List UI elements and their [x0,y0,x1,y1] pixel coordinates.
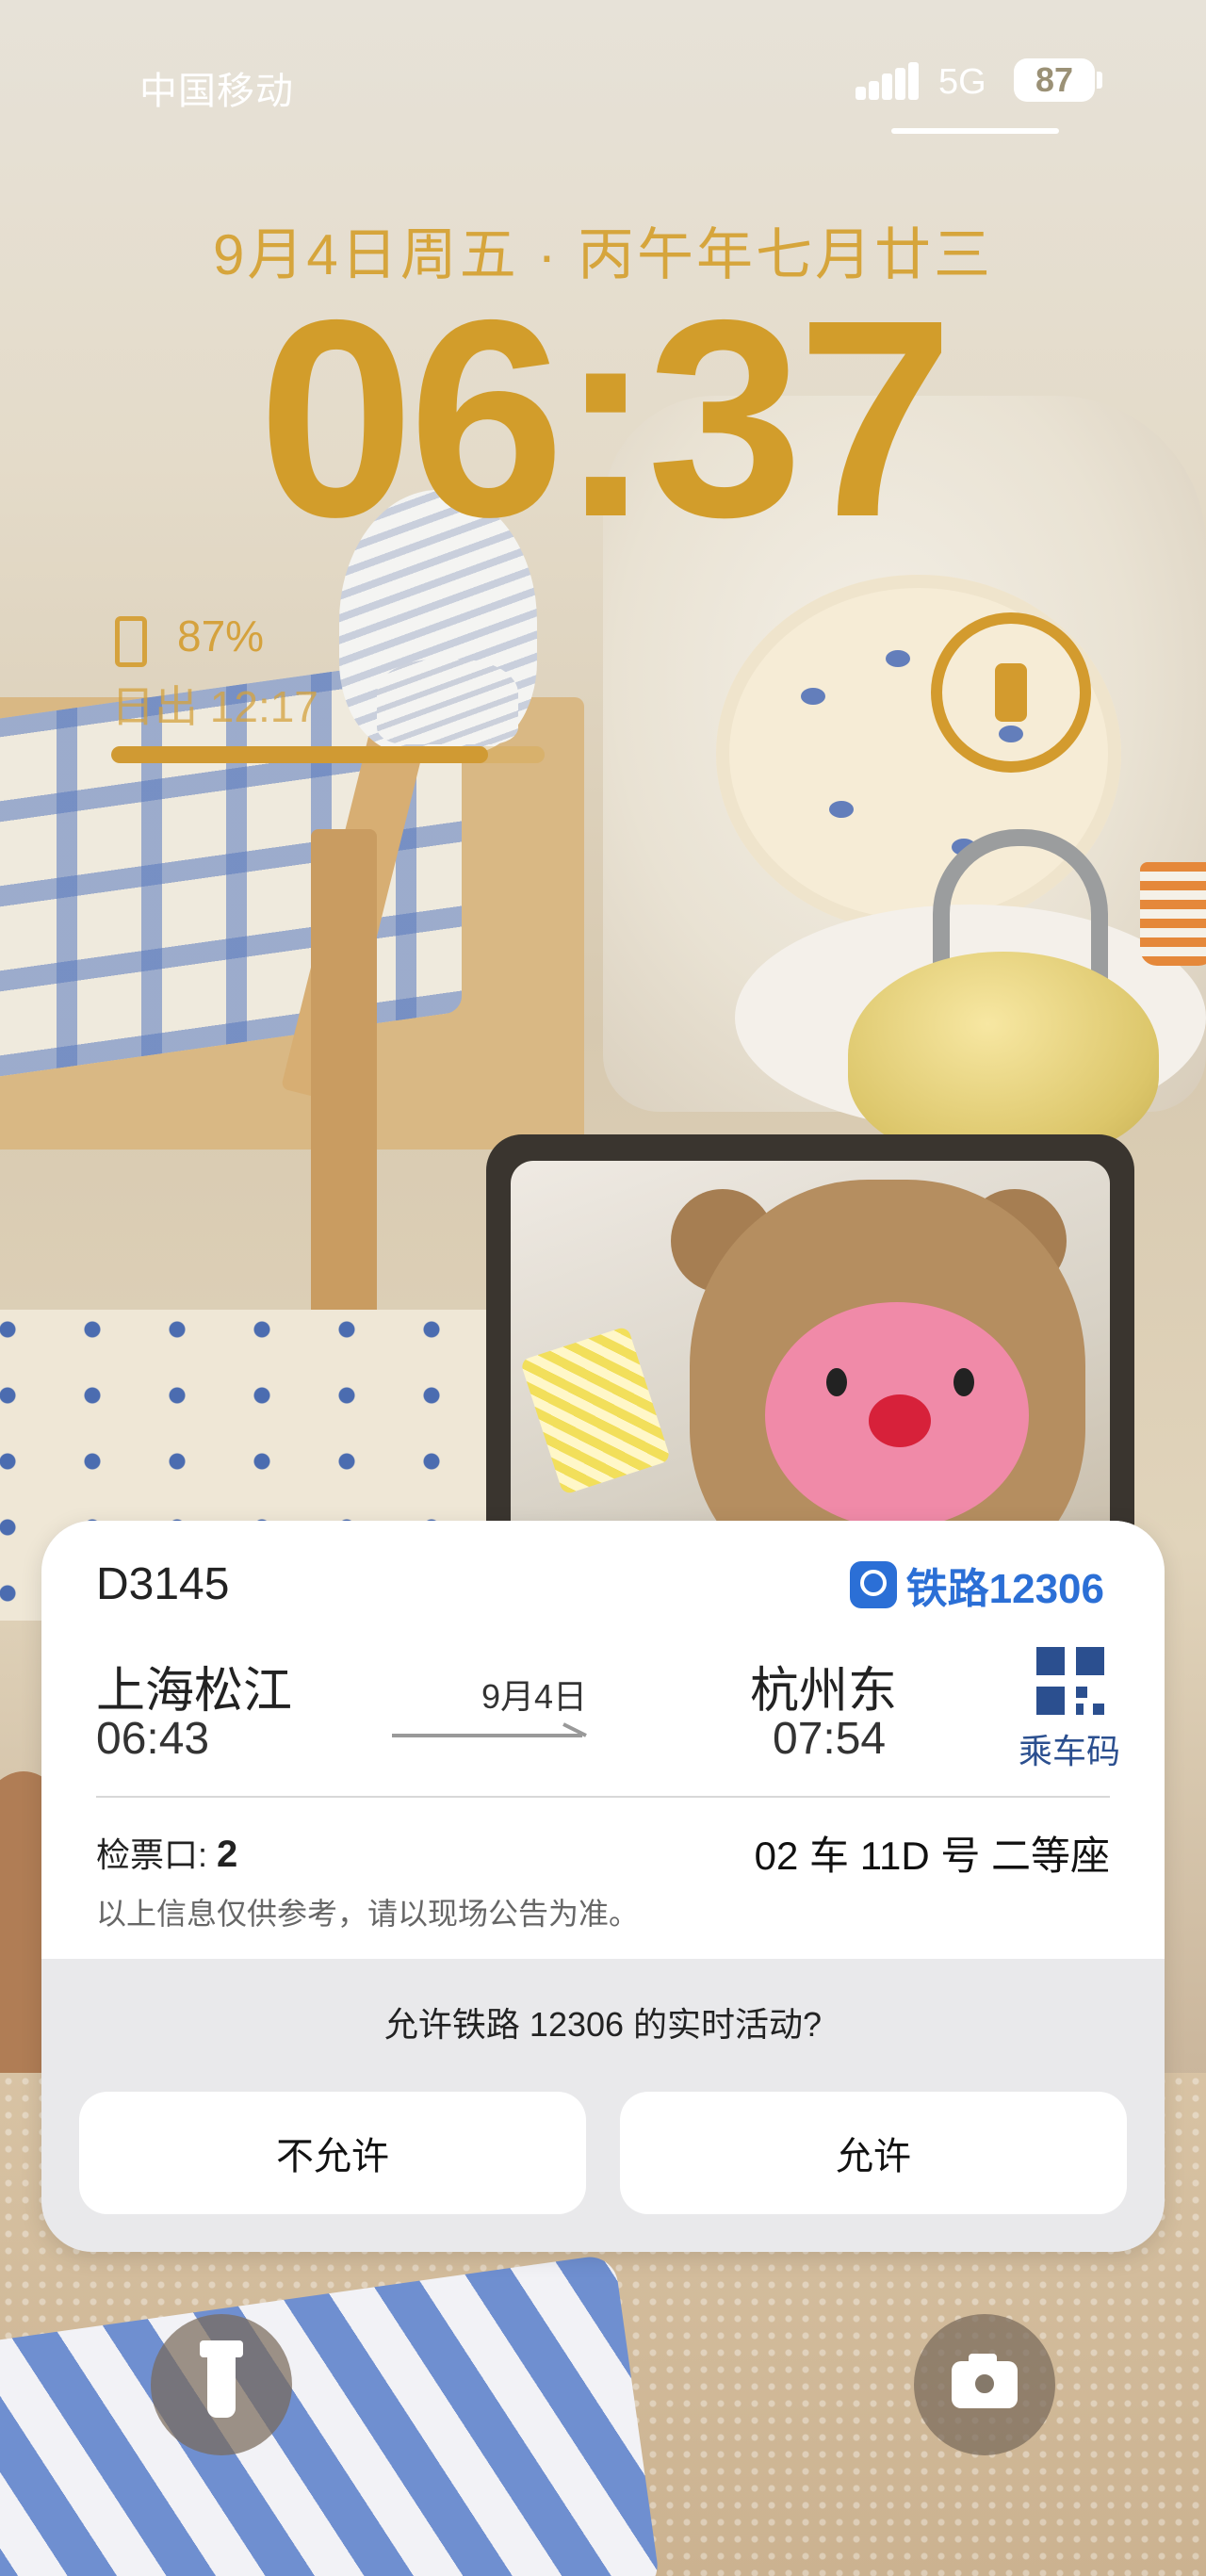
battery-icon: 87 [1014,58,1095,102]
carrier-name: 中国移动 [139,71,294,112]
photo-widget[interactable] [511,1161,1110,1557]
battery-widget[interactable]: 87% 日出 12:17 [111,611,563,771]
camera-button[interactable] [914,2314,1055,2455]
app-brand: 铁路12306 [849,1558,1104,1612]
trip-date: 9月4日 [481,1677,588,1716]
disclaimer-text: 以上信息仅供参考，请以现场公告为准。 [96,1897,640,1931]
qr-code-icon[interactable] [1036,1647,1104,1715]
seat-info: 02 车 11D 号 二等座 [754,1834,1110,1878]
departure-station: 上海松江 [96,1664,293,1719]
control-center-indicator[interactable] [891,128,1059,134]
battery-nub [1097,72,1102,89]
arrival-station: 杭州东 [750,1664,898,1719]
phone-icon [115,616,147,667]
arrow-right-icon [392,1722,587,1737]
doll-nose-image [869,1394,931,1447]
railway-logo-icon [849,1561,897,1608]
signal-icon [856,62,919,100]
ticket-gate: 检票口: 2 [96,1828,237,1877]
flashlight-button[interactable] [151,2314,292,2455]
phone-icon [995,663,1027,722]
doll-eye-image [953,1368,974,1396]
network-type: 5G [938,62,986,102]
kettle-image [848,952,1159,1159]
device-battery-ring-widget[interactable] [931,612,1091,773]
battery-level: 87 [1035,60,1074,99]
ticket-gate-number: 2 [217,1834,238,1875]
battery-progress-bar [111,746,545,763]
arrival-time: 07:54 [773,1714,887,1764]
yellow-pillow-image [519,1326,672,1495]
sunrise-time: 日出 12:17 [111,682,318,731]
flashlight-icon-body [207,2352,236,2418]
allow-button[interactable]: 允许 [620,2092,1127,2214]
battery-percent: 87% [177,611,265,660]
bed-leg-image [311,829,377,1319]
clock-time: 06:37 [257,262,953,576]
departure-time: 06:43 [96,1714,210,1764]
cup-image [1140,862,1206,966]
camera-lens-icon [971,2371,998,2397]
divider [96,1796,1110,1798]
battery-progress-fill [111,746,489,763]
permission-question: 允许铁路 12306 的实时活动? [383,2005,823,2044]
app-name: 铁路12306 [905,1566,1104,1612]
boarding-code-label[interactable]: 乘车码 [1008,1724,1131,1773]
status-bar: 中国移动 5G 87 [0,0,1206,141]
ticket-gate-label: 检票口: [96,1835,208,1874]
ticket-info-panel[interactable]: D3145 铁路12306 上海松江 06:43 9月4日 杭州东 07:54 … [41,1521,1165,1959]
train-number: D3145 [96,1559,230,1609]
deny-button[interactable]: 不允许 [79,2092,586,2214]
doll-eye-image [826,1368,847,1396]
live-activity-card: D3145 铁路12306 上海松江 06:43 9月4日 杭州东 07:54 … [41,1521,1165,2252]
